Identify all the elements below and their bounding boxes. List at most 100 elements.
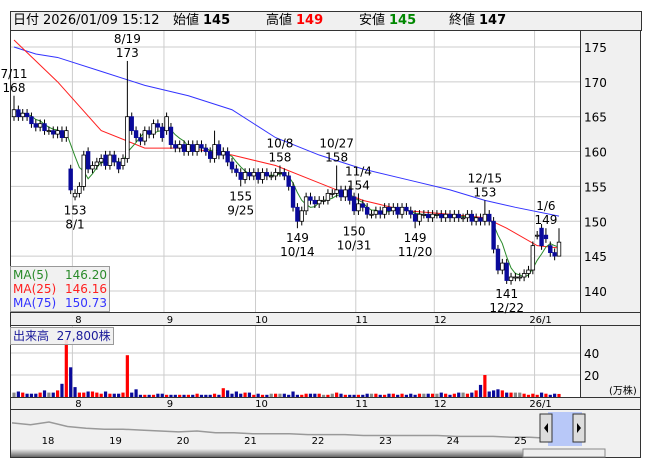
- annotation-date: 10/8: [266, 136, 293, 150]
- scrollbar-thumb[interactable]: [522, 448, 606, 458]
- annotation-date: 8/19: [114, 32, 141, 46]
- volume-bar: [313, 393, 317, 397]
- candle: [325, 192, 331, 201]
- candle: [11, 109, 17, 118]
- volume-bar: [544, 393, 548, 397]
- candle: [548, 245, 553, 254]
- candle: [543, 234, 549, 240]
- candle: [24, 112, 30, 118]
- candle: [55, 130, 60, 135]
- navigator-year: 18: [42, 436, 55, 447]
- volume-bar: [243, 392, 247, 397]
- candle: [495, 248, 501, 271]
- volume-bar: [457, 392, 461, 397]
- candle: [68, 168, 73, 191]
- candle: [242, 172, 248, 180]
- candle: [491, 220, 496, 250]
- candle: [351, 196, 357, 212]
- candle: [59, 130, 65, 139]
- volume-bar: [90, 391, 95, 397]
- candle: [308, 196, 313, 201]
- candle: [203, 147, 209, 152]
- volume-bar: [42, 390, 47, 397]
- volume-bar: [505, 392, 509, 397]
- annotation-date: 7/11: [1, 67, 28, 81]
- candle: [330, 192, 335, 195]
- annotation-date: 12/15: [468, 171, 503, 185]
- volume-bar: [444, 393, 448, 397]
- candle: [164, 116, 169, 132]
- annotation-date: 8/1: [65, 217, 84, 231]
- month-tick: 26/1: [529, 315, 551, 326]
- candle: [138, 137, 143, 142]
- candle: [168, 126, 174, 145]
- candle: [530, 245, 536, 271]
- volume-bar: [282, 393, 286, 397]
- ma75-label: MA(75): [13, 296, 57, 310]
- volume-bar: [557, 393, 561, 397]
- volume-bar: [138, 394, 143, 397]
- volume-bar: [125, 355, 129, 397]
- candle: [42, 123, 47, 132]
- volume-bar: [413, 394, 417, 397]
- candle: [504, 262, 509, 281]
- annotation-value: 153: [64, 203, 87, 217]
- candle: [473, 217, 479, 222]
- candle: [103, 154, 108, 166]
- volume-bar: [16, 391, 20, 397]
- candle: [286, 175, 291, 187]
- volume-bar: [422, 393, 426, 397]
- candle: [247, 172, 252, 177]
- volume-legend: 出来高 27,800株: [10, 327, 114, 345]
- volume-bar: [186, 394, 190, 397]
- candle: [51, 130, 56, 135]
- volume-bar: [513, 392, 517, 397]
- candle: [478, 217, 483, 222]
- candle: [125, 116, 130, 159]
- volume-bar: [147, 394, 151, 397]
- month-tick: 11: [355, 399, 368, 410]
- candle: [133, 130, 139, 139]
- candle: [500, 262, 505, 271]
- candle: [216, 144, 222, 156]
- candle: [513, 276, 518, 279]
- volume-bar: [356, 394, 361, 397]
- candle: [303, 196, 309, 212]
- navigator-year: 23: [379, 436, 392, 447]
- candle: [434, 213, 440, 216]
- navigator-year: 24: [447, 436, 460, 447]
- candle: [517, 276, 522, 279]
- candle: [81, 154, 86, 187]
- annotation-value: 150: [343, 224, 366, 238]
- navigator-year: 25: [514, 436, 527, 447]
- candle: [421, 213, 427, 216]
- candle: [277, 172, 283, 174]
- volume-bar: [108, 393, 112, 397]
- volume-bar: [526, 394, 531, 397]
- candle: [556, 241, 562, 257]
- candle: [443, 213, 448, 219]
- volume-bar: [474, 390, 478, 397]
- candle: [190, 144, 195, 152]
- candle: [269, 175, 274, 178]
- volume-bar: [304, 393, 308, 397]
- ma5-value: 146.20: [65, 268, 107, 282]
- volume-bar: [73, 387, 77, 397]
- volume-bar: [191, 394, 195, 397]
- scrollbar-track[interactable]: [11, 449, 523, 457]
- candle: [155, 123, 161, 128]
- volume-bar: [234, 391, 238, 397]
- candle: [120, 158, 126, 166]
- candle: [194, 144, 200, 152]
- ma25-label: MA(25): [13, 282, 57, 296]
- candle: [273, 172, 278, 177]
- volume-bar: [117, 393, 121, 397]
- volume-bar: [112, 393, 116, 397]
- candle: [129, 116, 134, 132]
- volume-value: 27,800株: [56, 329, 111, 343]
- volume-bar: [217, 394, 221, 397]
- volume-bar: [239, 393, 243, 397]
- volume-bar: [409, 393, 413, 397]
- volume-bar: [56, 390, 60, 397]
- candle: [321, 199, 326, 202]
